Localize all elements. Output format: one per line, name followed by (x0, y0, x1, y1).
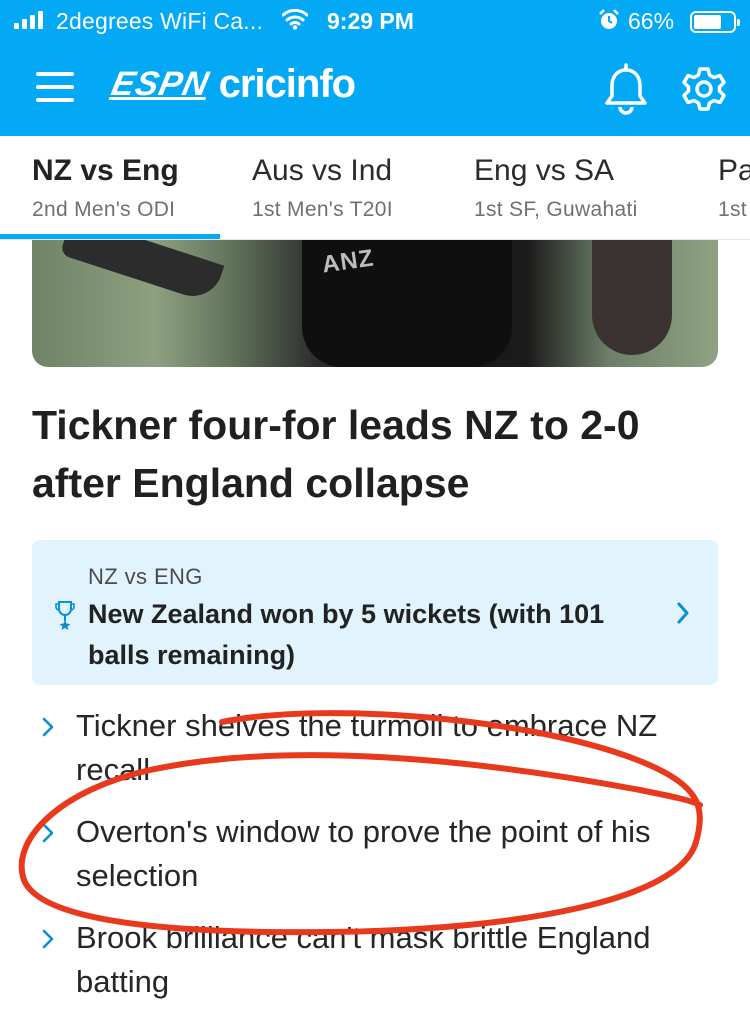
related-link-text: Overton's window to prove the point of h… (76, 814, 651, 893)
status-bar: 2degrees WiFi Ca... 9:29 PM 66% (0, 0, 750, 42)
wifi-icon (281, 8, 309, 36)
match-result-card[interactable]: NZ vs ENG New Zealand won by 5 wickets (… (32, 540, 718, 685)
gear-icon (682, 67, 726, 111)
result-text: New Zealand won by 5 wickets (with 101 b… (88, 599, 605, 670)
hero-image-arm (59, 240, 225, 304)
settings-button[interactable] (678, 62, 730, 116)
tab-aus-vs-ind[interactable]: Aus vs Ind 1st Men's T20I (252, 154, 393, 222)
trophy-icon (55, 601, 75, 630)
article-headline: Tickner four-for leads NZ to 2-0 after E… (32, 402, 640, 506)
carrier-name: 2degrees WiFi Ca... (56, 8, 264, 34)
article-hero-image[interactable]: ANZ (32, 240, 718, 367)
battery-percentage: 66% (628, 8, 675, 34)
tab-title: NZ vs Eng (32, 154, 179, 187)
active-tab-indicator (0, 234, 220, 239)
bell-icon (605, 63, 647, 115)
hero-image-arm-right (592, 240, 672, 355)
signal-icon (14, 11, 43, 29)
tab-title: Pa (718, 154, 750, 187)
related-link[interactable]: Tickner shelves the turmoil to embrace N… (32, 704, 722, 792)
alarm-icon (598, 9, 620, 37)
related-link-text: Tickner shelves the turmoil to embrace N… (76, 708, 658, 787)
logo-espn-text: ESPN (108, 65, 213, 103)
tab-eng-vs-sa[interactable]: Eng vs SA 1st SF, Guwahati (474, 154, 638, 222)
match-tabs: NZ vs Eng 2nd Men's ODI Aus vs Ind 1st M… (0, 136, 750, 240)
related-links: Tickner shelves the turmoil to embrace N… (32, 704, 722, 1022)
logo-cricinfo-text: cricinfo (218, 62, 356, 106)
tab-subtitle: 1st Men's T20I (252, 198, 393, 221)
chevron-right-icon (42, 929, 54, 949)
result-match-label: NZ vs ENG (88, 564, 203, 589)
tab-partial[interactable]: Pa 1st (718, 154, 750, 222)
notifications-button[interactable] (600, 62, 652, 116)
tab-subtitle: 1st SF, Guwahati (474, 198, 638, 221)
app-bar: ESPN cricinfo (0, 42, 750, 136)
chevron-right-icon (42, 717, 54, 737)
espncricinfo-logo[interactable]: ESPN cricinfo (108, 62, 356, 107)
tab-subtitle: 1st (718, 198, 747, 221)
tab-nz-vs-eng[interactable]: NZ vs Eng 2nd Men's ODI (32, 154, 179, 222)
chevron-right-icon (677, 602, 689, 624)
chevron-right-icon (42, 823, 54, 843)
related-link-text: Brook brilliance can't mask brittle Engl… (76, 920, 651, 999)
tab-title: Aus vs Ind (252, 154, 393, 187)
related-link[interactable]: Brook brilliance can't mask brittle Engl… (32, 916, 722, 1004)
battery-icon (690, 11, 740, 33)
clock: 9:29 PM (327, 8, 414, 34)
menu-button[interactable] (34, 70, 78, 104)
tab-subtitle: 2nd Men's ODI (32, 198, 176, 221)
related-link[interactable]: Overton's window to prove the point of h… (32, 810, 722, 898)
tab-title: Eng vs SA (474, 154, 615, 187)
